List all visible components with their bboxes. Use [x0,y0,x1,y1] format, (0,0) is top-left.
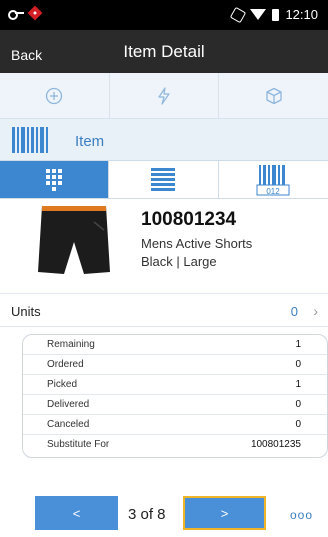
lightning-icon [158,86,170,105]
list-view-icon [151,167,176,191]
units-row[interactable]: Units 0 › [0,293,328,327]
battery-icon [272,8,280,21]
wifi-icon [250,9,267,20]
detail-row: Remaining 1 [23,335,327,355]
rotation-lock-icon [230,6,247,23]
detail-value: 0 [295,399,301,410]
item-info: 100801234 Mens Active Shorts Black | Lar… [0,199,328,289]
detail-value: 1 [295,379,301,390]
tab-grid-view[interactable] [0,161,110,198]
alert-icon [27,5,43,21]
item-section-header: Item [0,119,328,161]
app-header: Back Item Detail [0,30,328,73]
item-section-label: Item [75,133,105,150]
barcode-view-icon: 012 [256,164,290,196]
status-bar: 12:10 [0,0,328,30]
barcode-icon [12,127,48,153]
detail-row: Substitute For 100801235 [23,435,327,455]
pager-bar: < 3 of 8 > ooo [0,487,328,537]
shorts-image [38,206,110,274]
detail-key: Ordered [47,359,84,370]
detail-key: Delivered [47,399,90,410]
units-label: Units [11,304,41,319]
chevron-right-icon: › [313,303,318,319]
quick-action-button[interactable] [110,73,220,118]
detail-key: Canceled [47,419,90,430]
add-circle-icon [46,87,63,104]
add-action-button[interactable] [0,73,110,118]
previous-button[interactable]: < [35,496,118,530]
page-indicator: 3 of 8 [128,506,166,523]
tab-barcode-view[interactable]: 012 [218,161,328,198]
detail-row: Canceled 0 [23,415,327,435]
package-icon [266,87,282,104]
barcode-view-label: 012 [267,187,281,196]
detail-row: Ordered 0 [23,355,327,375]
more-options-button[interactable]: ooo [290,508,313,522]
status-time: 12:10 [285,7,318,22]
package-action-button[interactable] [219,73,328,118]
detail-row: Picked 1 [23,375,327,395]
next-button[interactable]: > [183,496,266,530]
key-icon [8,9,24,20]
item-number: 100801234 [141,209,237,230]
item-details-card: Remaining 1 Ordered 0 Picked 1 Delivered… [22,334,328,458]
action-bar [0,73,328,119]
detail-value: 0 [295,359,301,370]
item-variant: Black | Large [141,254,217,269]
item-description: Mens Active Shorts [141,236,253,251]
detail-row: Delivered 0 [23,395,327,415]
detail-value: 1 [295,339,301,350]
detail-value: 100801235 [250,439,301,450]
detail-key: Substitute For [47,439,110,450]
units-value: 0 [290,304,298,319]
grid-view-icon [46,168,63,191]
tab-list-view[interactable] [109,161,219,198]
detail-key: Picked [47,379,78,390]
detail-key: Remaining [47,339,95,350]
view-tabs: 012 [0,161,328,199]
page-title: Item Detail [123,42,205,61]
detail-value: 0 [295,419,301,430]
